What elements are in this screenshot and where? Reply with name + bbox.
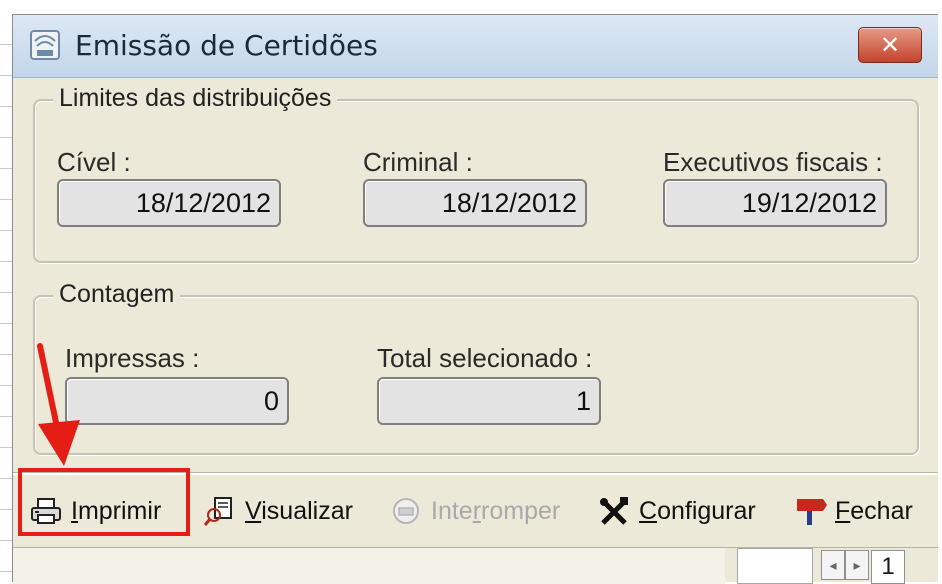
annotation-highlight-box <box>18 468 190 536</box>
total-selecionado-label: Total selecionado : <box>377 343 593 373</box>
total-selecionado-field[interactable]: 1 <box>377 377 601 425</box>
executivos-fiscais-label: Executivos fiscais : <box>663 147 883 177</box>
visualizar-button[interactable]: Visualizar <box>203 489 353 533</box>
previous-page-button[interactable]: ◂ <box>821 550 845 580</box>
status-cell-main <box>13 548 725 584</box>
status-cell-blank <box>737 548 813 584</box>
close-icon: ✕ <box>879 31 901 59</box>
interromper-label: Interromper <box>431 496 561 525</box>
window-title: Emissão de Certidões <box>75 29 378 62</box>
interromper-button[interactable]: Interromper <box>389 489 560 533</box>
executivos-fiscais-field[interactable]: 19/12/2012 <box>663 179 887 227</box>
count-group: Contagem <box>33 280 919 455</box>
criminal-field[interactable]: 18/12/2012 <box>363 179 587 227</box>
chevron-right-icon: ▸ <box>853 556 861 573</box>
exit-sign-icon <box>797 499 827 525</box>
count-legend: Contagem <box>53 280 181 309</box>
chevron-left-icon: ◂ <box>829 556 837 573</box>
fechar-button[interactable]: Fechar <box>793 489 913 533</box>
configurar-label: Configurar <box>639 496 756 525</box>
app-seal-icon <box>30 30 60 60</box>
impressas-label: Impressas : <box>65 343 200 373</box>
title-bar[interactable]: Emissão de Certidões ✕ <box>13 15 938 78</box>
next-page-button[interactable]: ▸ <box>845 550 869 580</box>
tools-icon <box>600 497 628 525</box>
configurar-button[interactable]: Configurar <box>597 489 756 533</box>
preview-icon <box>203 497 232 526</box>
civel-field[interactable]: 18/12/2012 <box>57 179 281 227</box>
close-button[interactable]: ✕ <box>858 27 922 63</box>
impressas-field[interactable]: 0 <box>65 377 289 425</box>
annotation-arrow-icon <box>37 343 80 466</box>
visualizar-label: Visualizar <box>245 496 353 525</box>
distribution-limits-legend: Limites das distribuições <box>53 84 338 113</box>
background-ruler <box>0 14 12 582</box>
page-number-field[interactable]: 1 <box>871 550 905 584</box>
stop-icon <box>393 498 419 524</box>
status-bar: ◂ ▸ 1 <box>13 547 938 584</box>
criminal-label: Criminal : <box>363 147 473 177</box>
civel-label: Cível : <box>57 147 131 177</box>
fechar-label: Fechar <box>835 496 913 525</box>
